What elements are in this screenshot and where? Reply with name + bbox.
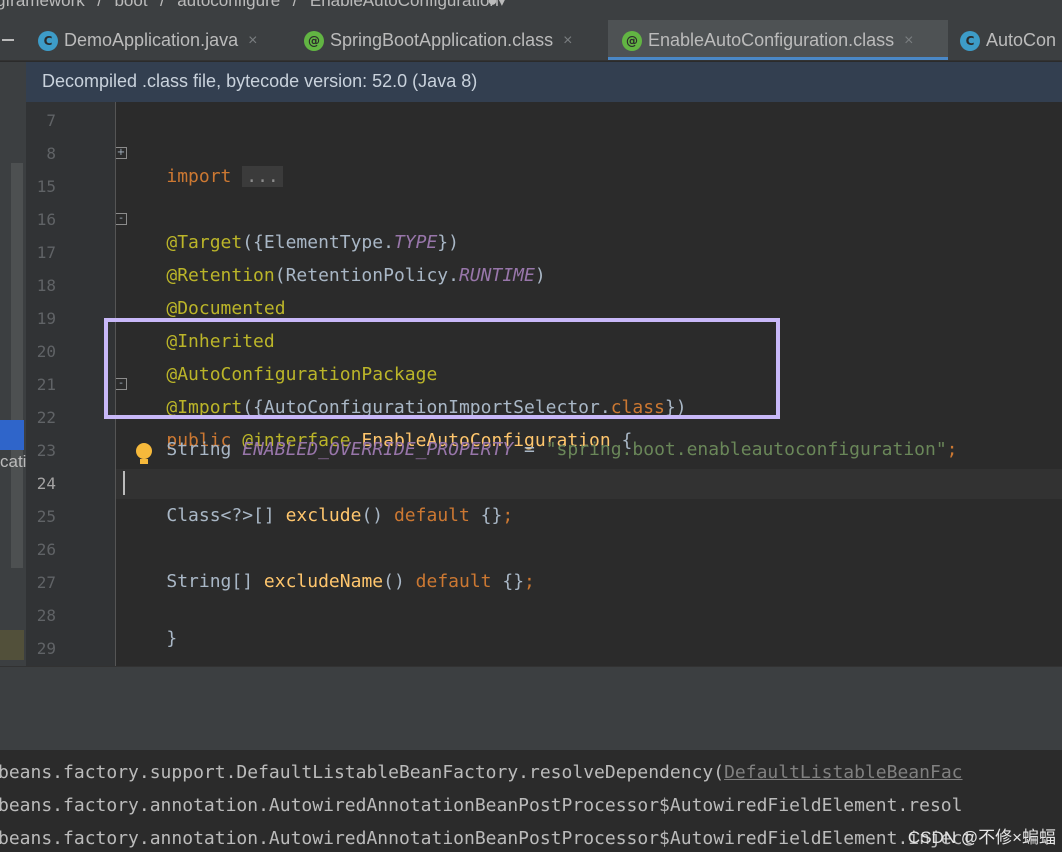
line-number: 8 <box>46 144 56 163</box>
class-c-icon: C <box>960 30 980 51</box>
line-number: 21 <box>36 375 56 394</box>
line-number: 17 <box>36 243 56 262</box>
breadcrumb-separator: / <box>97 0 102 10</box>
method-name: exclude <box>285 505 362 526</box>
breadcrumb-separator: / <box>160 0 165 10</box>
line-number: 18 <box>36 276 56 295</box>
console-text: beans.factory.annotation.AutowiredAnnota… <box>0 795 963 816</box>
line-number: 28 <box>36 606 56 625</box>
breadcrumb-item[interactable]: boot <box>114 0 147 10</box>
close-icon[interactable]: × <box>563 32 572 50</box>
watermark: CSDN @不修×蝙蝠 <box>907 828 1056 847</box>
line-number-gutter[interactable]: 7 8 15 16 17 18 19 20 21 22 23 24 25 26 … <box>26 102 116 666</box>
line-number: 20 <box>36 342 56 361</box>
selected-tree-item[interactable] <box>0 420 24 450</box>
console-line: beans.factory.annotation.AutowiredAnnota… <box>0 827 973 851</box>
method-name: excludeName <box>263 571 384 592</box>
code-text: ; <box>946 439 958 460</box>
keyword: default <box>415 571 492 592</box>
breadcrumb-item[interactable]: EnableAutoConfiguration <box>310 0 499 10</box>
user-icon[interactable]: ●▾ <box>487 0 506 10</box>
line-number: 26 <box>36 540 56 559</box>
console-line: beans.factory.annotation.AutowiredAnnota… <box>0 794 963 818</box>
code-text: (RetentionPolicy. <box>274 265 459 286</box>
tab-demo-application[interactable]: C DemoApplication.java × <box>38 20 290 60</box>
truncated-tree-label: cati <box>0 452 26 471</box>
breadcrumb-item[interactable]: autoconfigure <box>177 0 280 10</box>
annotation-icon: @ <box>304 30 324 51</box>
decompiled-notice-text: Decompiled .class file, bytecode version… <box>42 71 478 91</box>
line-number: 16 <box>36 210 56 229</box>
editor-tab-bar: C DemoApplication.java × @ SpringBootApp… <box>0 20 1062 61</box>
console-output[interactable]: beans.factory.support.DefaultListableBea… <box>0 750 1062 852</box>
line-number: 25 <box>36 507 56 526</box>
tool-window-header <box>0 666 1062 750</box>
line-number: 22 <box>36 408 56 427</box>
code-text: () <box>361 505 384 526</box>
project-panel-edge: cati <box>0 62 26 666</box>
tab-auto-con[interactable]: C AutoCon <box>960 20 1062 60</box>
breadcrumb-separator: / <box>292 0 298 10</box>
code-text: () <box>383 571 405 592</box>
code-text: {} <box>480 505 503 526</box>
type-name: String <box>166 439 232 460</box>
tab-label: EnableAutoConfiguration.class <box>648 30 895 50</box>
code-line-8: + import ... <box>116 141 283 213</box>
breadcrumb-item[interactable]: gframework <box>0 0 85 10</box>
code-line-25: Class<?>[] exclude() default {}; <box>123 504 513 528</box>
string-literal: "spring.boot.enableautoconfiguration" <box>545 439 947 460</box>
keyword: default <box>393 505 470 526</box>
folded-imports[interactable]: ... <box>242 166 283 187</box>
class-c-icon: C <box>38 30 58 51</box>
tab-spring-boot-application[interactable]: @ SpringBootApplication.class × <box>304 20 604 60</box>
constant: RUNTIME <box>458 265 535 286</box>
code-line-28: } <box>123 603 177 666</box>
code-text: ; <box>524 571 535 592</box>
highlighted-tree-item[interactable] <box>0 630 24 660</box>
code-line-27: String[] excludeName() default {}; <box>123 570 535 594</box>
code-text: {} <box>502 571 525 592</box>
keyword: import <box>166 166 232 187</box>
tab-enable-auto-configuration[interactable]: @ EnableAutoConfiguration.class × <box>608 20 948 60</box>
type-name: String[] <box>166 571 254 592</box>
tab-label: DemoApplication.java <box>64 30 239 50</box>
line-number: 27 <box>36 573 56 592</box>
console-text: beans.factory.support.DefaultListableBea… <box>0 762 725 783</box>
code-text: } <box>166 628 178 649</box>
line-number-current: 24 <box>36 474 56 493</box>
console-line: beans.factory.support.DefaultListableBea… <box>0 761 963 785</box>
project-scrollbar[interactable] <box>11 163 23 568</box>
line-number: 19 <box>36 309 56 328</box>
collapse-fold-icon[interactable]: - <box>116 213 127 225</box>
console-link[interactable]: DefaultListableBeanFac <box>724 762 962 783</box>
close-icon[interactable]: × <box>248 32 257 50</box>
decompiled-notice-banner: Decompiled .class file, bytecode version… <box>26 62 1062 102</box>
tab-label: AutoCon <box>986 30 1057 50</box>
close-icon[interactable]: × <box>904 32 913 50</box>
tab-label: SpringBootApplication.class <box>330 30 554 50</box>
code-text: = <box>524 439 535 460</box>
line-number: 29 <box>36 639 56 658</box>
line-number: 23 <box>36 441 56 460</box>
annotation-icon: @ <box>622 30 642 51</box>
highlight-box <box>104 318 780 419</box>
code-text: ) <box>534 265 546 286</box>
line-number: 15 <box>36 177 56 196</box>
console-text: beans.factory.annotation.AutowiredAnnota… <box>0 828 974 849</box>
constant: ENABLED_OVERRIDE_PROPERTY <box>242 439 514 460</box>
breadcrumb: gframework / boot / autoconfigure / Enab… <box>0 0 1062 20</box>
code-line-23: String ENABLED_OVERRIDE_PROPERTY = "spri… <box>123 438 958 462</box>
tab-list-menu-icon[interactable] <box>0 20 26 60</box>
expand-fold-icon[interactable]: + <box>116 147 127 159</box>
line-number: 7 <box>46 111 56 130</box>
code-text: ; <box>502 505 514 526</box>
type-name: Class<?>[] <box>166 505 275 526</box>
